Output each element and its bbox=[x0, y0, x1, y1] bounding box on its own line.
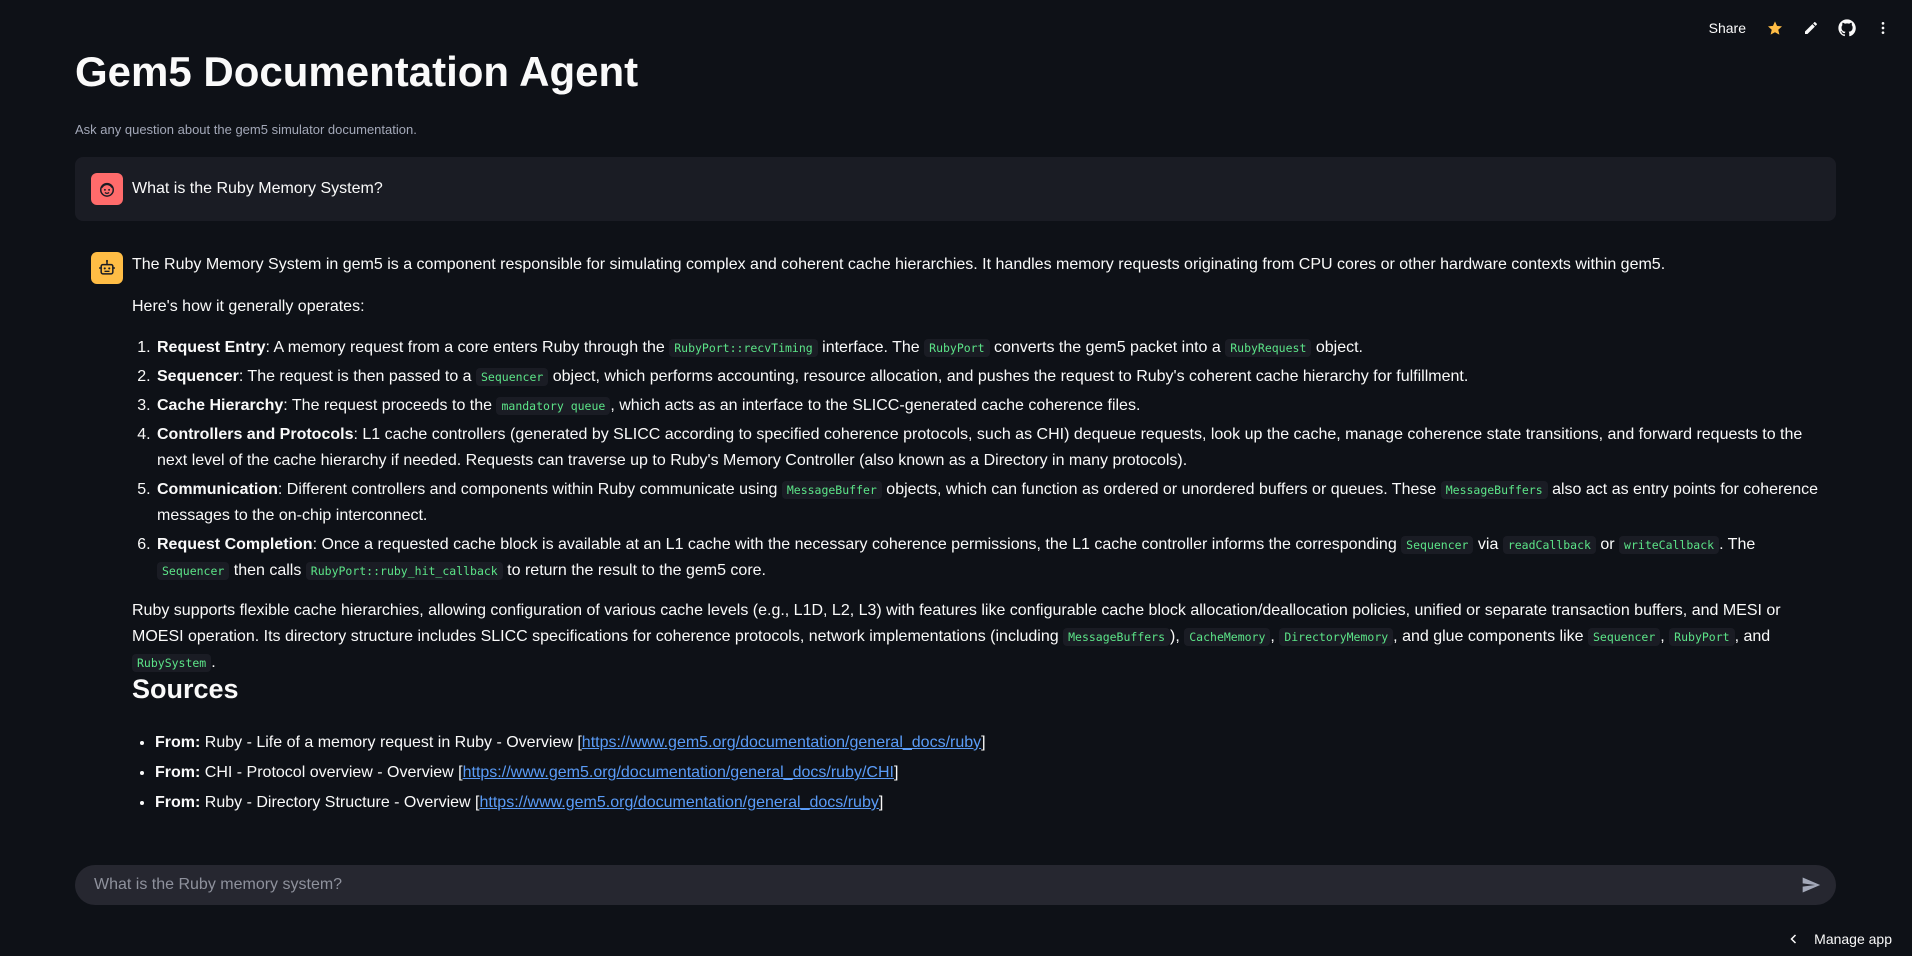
inline-code: RubySystem bbox=[132, 654, 212, 672]
source-text: CHI - Protocol overview - Overview [ bbox=[200, 764, 463, 781]
assistant-closing: Ruby supports flexible cache hierarchies… bbox=[132, 598, 1822, 676]
source-text: ] bbox=[893, 764, 899, 781]
closing-text: , and glue components like bbox=[1393, 628, 1588, 645]
user-face-icon bbox=[100, 182, 114, 197]
steps-list: Request Entry: A memory request from a c… bbox=[132, 335, 1822, 587]
step-text: : The request is then passed to a bbox=[238, 368, 476, 385]
inline-code: RubyPort bbox=[1669, 628, 1735, 646]
assistant-avatar bbox=[91, 252, 123, 284]
step-title: Request Entry bbox=[157, 339, 266, 356]
sources-list: From: Ruby - Life of a memory request in… bbox=[132, 730, 1332, 820]
inline-code: RubyPort bbox=[924, 339, 990, 357]
chat-input-bar bbox=[75, 865, 1836, 905]
assistant-lead: Here's how it generally operates: bbox=[132, 298, 365, 315]
source-link[interactable]: https://www.gem5.org/documentation/gener… bbox=[463, 764, 894, 781]
share-button[interactable]: Share bbox=[1709, 20, 1746, 36]
list-item: From: Ruby - Life of a memory request in… bbox=[155, 730, 1332, 756]
list-item: Communication: Different controllers and… bbox=[155, 477, 1822, 529]
step-title: Controllers and Protocols bbox=[157, 426, 354, 443]
closing-text: ), bbox=[1170, 628, 1185, 645]
step-text: converts the gem5 packet into a bbox=[989, 339, 1226, 356]
inline-code: Sequencer bbox=[476, 368, 549, 386]
list-item: Request Completion: Once a requested cac… bbox=[155, 532, 1822, 584]
step-text: , which acts as an interface to the SLIC… bbox=[610, 397, 1141, 414]
inline-code: Sequencer bbox=[1587, 628, 1661, 646]
list-item: Cache Hierarchy: The request proceeds to… bbox=[155, 393, 1822, 419]
github-icon[interactable] bbox=[1838, 19, 1856, 37]
inline-code: MessageBuffers bbox=[1440, 481, 1548, 499]
source-text: Ruby - Directory Structure - Overview [ bbox=[200, 794, 480, 811]
step-text: interface. The bbox=[817, 339, 925, 356]
user-avatar bbox=[91, 173, 123, 205]
closing-text: , bbox=[1660, 628, 1670, 645]
inline-code: RubyPort::ruby_hit_callback bbox=[305, 562, 503, 580]
inline-code: CacheMemory bbox=[1184, 628, 1271, 646]
source-prefix: From: bbox=[155, 794, 201, 811]
page-title: Gem5 Documentation Agent bbox=[75, 48, 639, 95]
inline-code: readCallback bbox=[1502, 536, 1596, 554]
list-item: Request Entry: A memory request from a c… bbox=[155, 335, 1822, 361]
step-text: object. bbox=[1311, 339, 1363, 356]
source-prefix: From: bbox=[155, 764, 201, 781]
inline-code: writeCallback bbox=[1619, 536, 1720, 554]
step-text: to return the result to the gem5 core. bbox=[502, 562, 766, 579]
closing-text: , bbox=[1270, 628, 1280, 645]
top-toolbar: Share bbox=[1709, 14, 1892, 42]
source-text: ] bbox=[981, 734, 986, 751]
inline-code: RubyRequest bbox=[1225, 339, 1312, 357]
edit-icon[interactable] bbox=[1802, 19, 1820, 37]
source-link[interactable]: https://www.gem5.org/documentation/gener… bbox=[480, 794, 879, 811]
sources-heading: Sources bbox=[132, 674, 239, 704]
robot-icon bbox=[99, 259, 115, 275]
step-text: : The request proceeds to the bbox=[283, 397, 497, 414]
step-text: : Different controllers and components w… bbox=[277, 481, 782, 498]
assistant-intro: The Ruby Memory System in gem5 is a comp… bbox=[132, 256, 1666, 273]
send-button[interactable] bbox=[1800, 874, 1822, 896]
inline-code: Sequencer bbox=[157, 562, 230, 580]
send-icon bbox=[1802, 877, 1821, 893]
list-item: From: CHI - Protocol overview - Overview… bbox=[155, 760, 1332, 786]
user-chat-message: What is the Ruby Memory System? bbox=[75, 157, 1836, 221]
step-title: Request Completion bbox=[157, 536, 313, 553]
page-subtitle: Ask any question about the gem5 simulato… bbox=[75, 122, 417, 137]
step-text: : L1 cache controllers (generated by SLI… bbox=[157, 426, 1803, 469]
manage-app-label: Manage app bbox=[1814, 931, 1892, 947]
source-text: ] bbox=[878, 794, 884, 811]
step-text: : A memory request from a core enters Ru… bbox=[265, 339, 670, 356]
step-title: Sequencer bbox=[157, 368, 239, 385]
step-text: then calls bbox=[229, 562, 306, 579]
source-prefix: From: bbox=[155, 734, 201, 751]
inline-code: RubyPort::recvTiming bbox=[669, 339, 818, 357]
list-item: Sequencer: The request is then passed to… bbox=[155, 364, 1822, 390]
chevron-left-icon bbox=[1790, 934, 1797, 944]
step-text: object, which performs accounting, resou… bbox=[548, 368, 1469, 385]
step-text: via bbox=[1473, 536, 1503, 553]
inline-code: Sequencer bbox=[1401, 536, 1474, 554]
source-text: Ruby - Life of a memory request in Ruby … bbox=[200, 734, 582, 751]
source-link[interactable]: https://www.gem5.org/documentation/gener… bbox=[582, 734, 981, 751]
step-text: or bbox=[1595, 536, 1620, 553]
inline-code: MessageBuffers bbox=[1063, 628, 1171, 646]
step-text: : Once a requested cache block is availa… bbox=[312, 536, 1402, 553]
step-title: Communication bbox=[157, 481, 278, 498]
step-title: Cache Hierarchy bbox=[157, 397, 284, 414]
manage-app-button[interactable]: Manage app bbox=[1788, 931, 1892, 947]
list-item: From: Ruby - Directory Structure - Overv… bbox=[155, 790, 1332, 816]
list-item: Controllers and Protocols: L1 cache cont… bbox=[155, 422, 1822, 474]
step-text: objects, which can function as ordered o… bbox=[881, 481, 1441, 498]
inline-code: MessageBuffer bbox=[781, 481, 882, 499]
inline-code: DirectoryMemory bbox=[1279, 628, 1394, 646]
user-message-text: What is the Ruby Memory System? bbox=[132, 180, 383, 197]
closing-text: . bbox=[211, 654, 216, 671]
closing-text: , and bbox=[1734, 628, 1771, 645]
star-icon[interactable] bbox=[1766, 19, 1784, 37]
chat-input[interactable] bbox=[92, 875, 1800, 895]
more-vertical-icon[interactable] bbox=[1874, 19, 1892, 37]
step-text: . The bbox=[1719, 536, 1756, 553]
inline-code: mandatory queue bbox=[496, 397, 611, 415]
